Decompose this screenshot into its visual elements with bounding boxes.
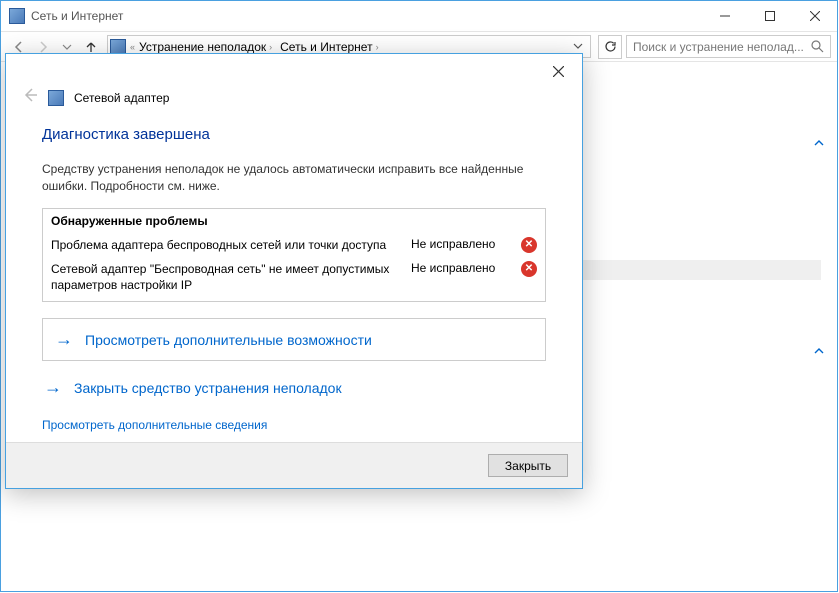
close-troubleshooter-label: Закрыть средство устранения неполадок <box>74 380 342 396</box>
breadcrumb-item-0[interactable]: Устранение неполадок› <box>135 40 276 54</box>
dialog-titlebar <box>6 54 582 89</box>
problem-row[interactable]: Сетевой адаптер "Беспроводная сеть" не и… <box>43 257 545 301</box>
window-controls <box>702 2 837 31</box>
problems-header: Обнаруженные проблемы <box>43 209 545 233</box>
problem-row[interactable]: Проблема адаптера беспроводных сетей или… <box>43 233 545 257</box>
breadcrumb-item-1[interactable]: Сеть и Интернет› <box>276 40 382 54</box>
problems-box: Обнаруженные проблемы Проблема адаптера … <box>42 208 546 303</box>
maximize-button[interactable] <box>747 2 792 31</box>
arrow-right-icon: → <box>44 377 62 398</box>
dialog-heading: Диагностика завершена <box>42 126 546 143</box>
dialog-header: Сетевой адаптер <box>6 87 582 118</box>
search-icon <box>811 40 824 53</box>
close-troubleshooter-button[interactable]: → Закрыть средство устранения неполадок <box>42 377 546 398</box>
search-placeholder: Поиск и устранение неполад... <box>633 40 811 54</box>
chevron-right-icon: › <box>269 42 272 52</box>
dialog-footer: Закрыть <box>6 442 582 488</box>
problem-name: Проблема адаптера беспроводных сетей или… <box>51 237 401 253</box>
titlebar: Сеть и Интернет <box>1 1 837 31</box>
troubleshooter-dialog: Сетевой адаптер Диагностика завершена Ср… <box>5 53 583 489</box>
error-icon: ✕ <box>521 261 537 277</box>
explore-options-label: Просмотреть дополнительные возможности <box>85 332 372 348</box>
close-button[interactable]: Закрыть <box>488 454 568 477</box>
app-icon <box>9 8 25 24</box>
search-input[interactable]: Поиск и устранение неполад... <box>626 35 831 58</box>
chevron-right-icon: › <box>376 42 379 52</box>
dialog-description: Средству устранения неполадок не удалось… <box>42 161 546 196</box>
expand-chevron-2[interactable] <box>813 345 825 360</box>
dialog-title: Сетевой адаптер <box>74 91 169 105</box>
error-icon: ✕ <box>521 237 537 253</box>
network-adapter-icon <box>48 90 64 106</box>
dialog-body: Диагностика завершена Средству устранени… <box>6 118 582 432</box>
window-title: Сеть и Интернет <box>31 9 702 23</box>
dialog-back-button[interactable] <box>22 87 38 108</box>
problem-name: Сетевой адаптер "Беспроводная сеть" не и… <box>51 261 401 293</box>
view-details-link[interactable]: Просмотреть дополнительные сведения <box>42 418 546 432</box>
refresh-button[interactable] <box>598 35 622 59</box>
expand-chevron-1[interactable] <box>813 137 825 152</box>
minimize-button[interactable] <box>702 2 747 31</box>
problem-status: Не исправлено <box>411 261 511 275</box>
arrow-right-icon: → <box>55 329 73 350</box>
address-dropdown-button[interactable] <box>568 40 588 54</box>
dialog-close-button[interactable] <box>542 58 574 86</box>
problem-status: Не исправлено <box>411 237 511 251</box>
close-button[interactable] <box>792 2 837 31</box>
explore-options-button[interactable]: → Просмотреть дополнительные возможности <box>42 318 546 361</box>
